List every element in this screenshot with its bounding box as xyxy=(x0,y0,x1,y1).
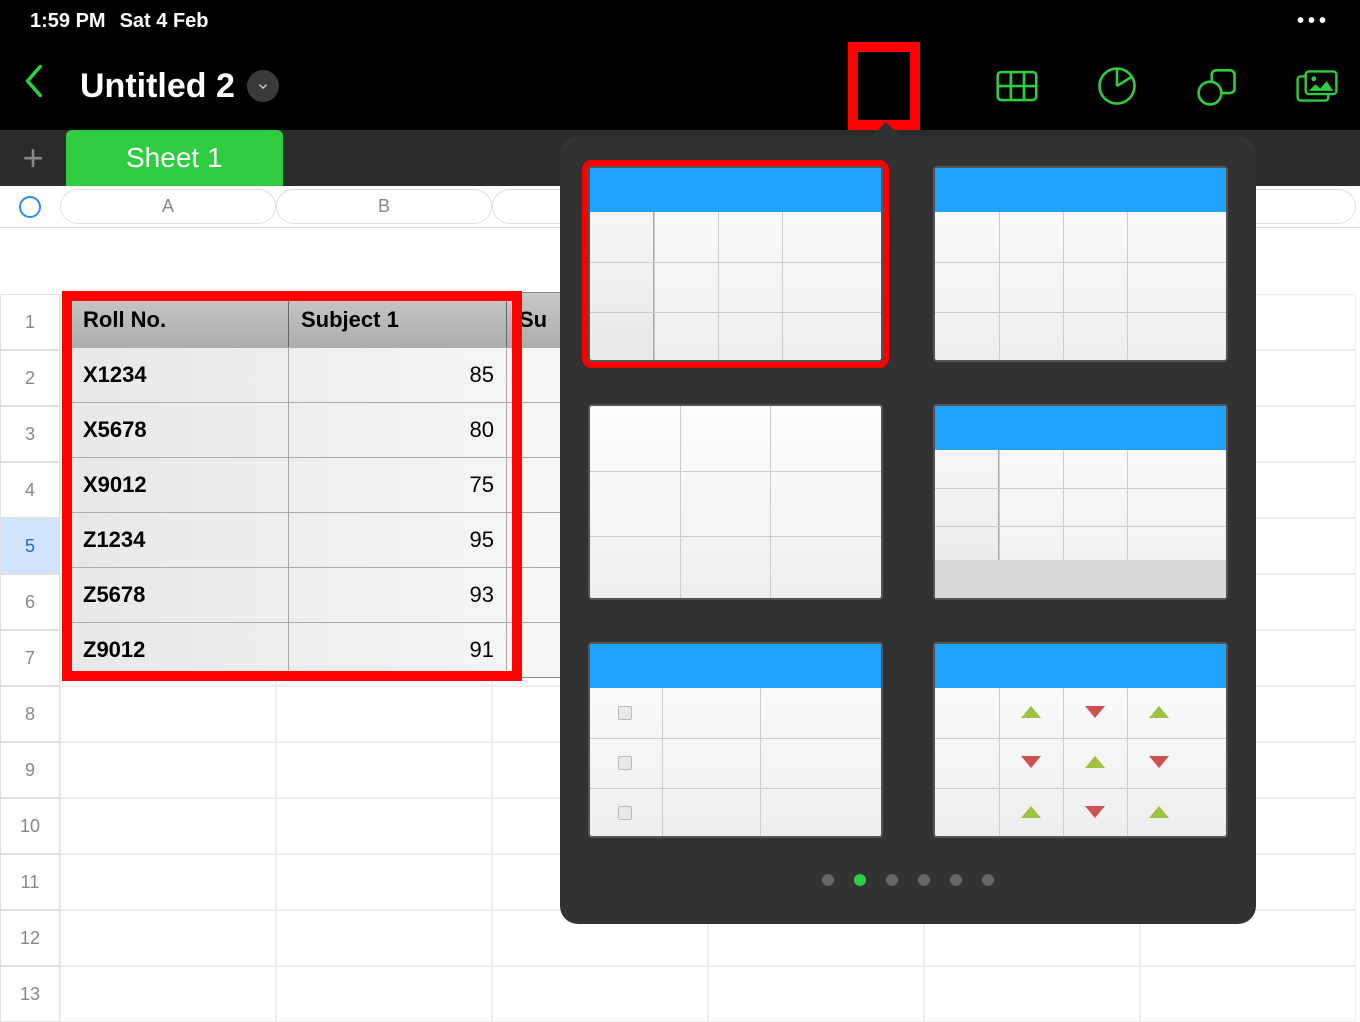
col-header[interactable]: B xyxy=(276,189,492,224)
shape-icon[interactable] xyxy=(1196,65,1238,107)
table-style-option[interactable] xyxy=(933,166,1228,362)
status-bar: 1:59 PM Sat 4 Feb ••• xyxy=(0,0,1360,42)
row-header[interactable]: 2 xyxy=(0,350,60,406)
row-header[interactable]: 1 xyxy=(0,294,60,350)
chart-icon[interactable] xyxy=(1096,65,1138,107)
document-dropdown[interactable] xyxy=(247,70,279,102)
table-style-popover xyxy=(560,136,1256,924)
page-indicator[interactable] xyxy=(588,874,1228,886)
table-style-option[interactable] xyxy=(933,404,1228,600)
table-style-option[interactable] xyxy=(588,404,883,600)
row-header[interactable]: 5 xyxy=(0,518,60,574)
data-table[interactable]: Roll No. Subject 1 Su X123485 X567880 X9… xyxy=(70,292,628,678)
table-row[interactable]: Z567893 xyxy=(71,567,627,622)
title-bar: Untitled 2 xyxy=(0,42,1360,130)
row-header[interactable]: 6 xyxy=(0,574,60,630)
table-row[interactable]: X123485 xyxy=(71,347,627,402)
col-header[interactable]: A xyxy=(60,189,276,224)
table-header[interactable]: Subject 1 xyxy=(289,293,507,347)
row-header[interactable]: 8 xyxy=(0,686,60,742)
row-header[interactable]: 11 xyxy=(0,854,60,910)
table-style-option[interactable] xyxy=(588,166,883,362)
table-row[interactable]: Z901291 xyxy=(71,622,627,677)
table-row[interactable]: X901275 xyxy=(71,457,627,512)
sheet-tab-active[interactable]: Sheet 1 xyxy=(66,130,283,186)
table-style-option[interactable] xyxy=(588,642,883,838)
row-header[interactable]: 4 xyxy=(0,462,60,518)
add-sheet-button[interactable]: + xyxy=(0,130,66,186)
row-header[interactable]: 7 xyxy=(0,630,60,686)
table-row[interactable]: X567880 xyxy=(71,402,627,457)
status-date: Sat 4 Feb xyxy=(120,10,209,33)
document-title: Untitled 2 xyxy=(80,67,235,106)
table-icon[interactable] xyxy=(996,65,1038,107)
status-time: 1:59 PM xyxy=(30,10,106,33)
row-header[interactable]: 3 xyxy=(0,406,60,462)
row-header[interactable]: 10 xyxy=(0,798,60,854)
select-all-corner[interactable] xyxy=(0,186,60,227)
more-icon[interactable]: ••• xyxy=(1297,10,1330,33)
table-row[interactable]: Z123495 xyxy=(71,512,627,567)
table-header[interactable]: Roll No. xyxy=(71,293,289,347)
table-style-option[interactable] xyxy=(933,642,1228,838)
row-header[interactable]: 12 xyxy=(0,910,60,966)
row-header[interactable]: 9 xyxy=(0,742,60,798)
media-icon[interactable] xyxy=(1296,65,1338,107)
row-header[interactable]: 13 xyxy=(0,966,60,1022)
back-button[interactable] xyxy=(22,63,44,109)
